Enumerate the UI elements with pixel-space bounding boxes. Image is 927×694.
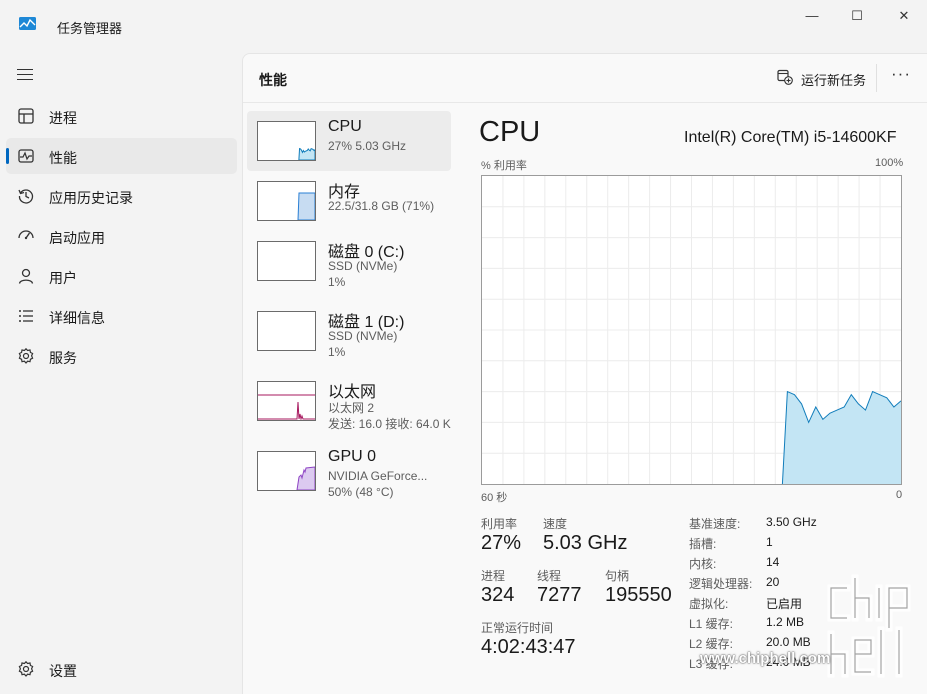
resource-item-cpu[interactable]: CPU 27% 5.03 GHz (247, 111, 451, 171)
uptime-value: 4:02:43:47 (481, 636, 576, 658)
nav-label: 启动应用 (49, 230, 105, 246)
maximize-button[interactable]: ☐ (842, 8, 872, 24)
nav-item-details[interactable]: 详细信息 (6, 298, 237, 334)
chiphell-watermark-logo (827, 574, 911, 678)
nav-item-app-history[interactable]: 应用历史记录 (6, 178, 237, 214)
cpu-model-name: Intel(R) Core(TM) i5-14600KF (684, 129, 897, 146)
task-manager-icon (19, 17, 36, 30)
cpu-usage-area (782, 391, 901, 484)
handles-label: 句柄 (605, 569, 630, 583)
detail-title: CPU (479, 116, 541, 148)
threads-value: 7277 (537, 584, 582, 606)
resource-detail: 1% (328, 345, 346, 359)
nav-item-performance[interactable]: 性能 (6, 138, 237, 174)
resource-detail: 50% (48 °C) (328, 485, 394, 499)
services-icon (18, 347, 34, 364)
spec-key: L1 缓存: (689, 617, 734, 631)
chart-y-max-label: 100% (875, 157, 904, 169)
processes-value: 324 (481, 584, 515, 606)
title-bar: 任务管理器 — ☐ ✕ (0, 0, 927, 52)
nav-label: 用户 (49, 270, 77, 286)
threads-label: 线程 (537, 569, 562, 583)
resource-item-disk-0[interactable]: 磁盘 0 (C:) SSD (NVMe) 1% (247, 231, 451, 291)
spec-key: 内核: (689, 557, 717, 571)
spec-key: 基准速度: (689, 517, 741, 531)
resource-detail: SSD (NVMe) (328, 259, 398, 273)
run-new-task-label: 运行新任务 (801, 73, 867, 88)
spec-value: 14 (766, 555, 780, 569)
cpu-utilization-chart (481, 175, 902, 485)
spec-value: 1 (766, 535, 773, 549)
nav-label: 应用历史记录 (49, 190, 133, 206)
spec-value: 已启用 (766, 597, 803, 611)
minimize-button[interactable]: — (797, 8, 827, 24)
uptime-label: 正常运行时间 (481, 621, 554, 635)
nav-item-users[interactable]: 用户 (6, 258, 237, 294)
spec-value: 3.50 GHz (766, 515, 817, 529)
header-separator (243, 102, 927, 103)
app-history-icon (18, 189, 34, 204)
nav-label: 进程 (49, 110, 77, 126)
spec-value: 1.2 MB (766, 615, 805, 629)
resource-detail: 以太网 2 (328, 401, 375, 415)
hamburger-menu-icon[interactable] (17, 69, 33, 81)
settings-icon (18, 660, 34, 677)
resource-detail: 22.5/31.8 GB (71%) (328, 199, 435, 213)
window-title: 任务管理器 (57, 21, 123, 36)
spec-value: 20.0 MB (766, 635, 811, 649)
resource-detail: NVIDIA GeForce... (328, 469, 428, 483)
chart-y-label: % 利用率 (481, 160, 527, 172)
resource-name: GPU 0 (328, 448, 377, 465)
spec-key: 逻辑处理器: (689, 577, 753, 591)
performance-icon (18, 149, 34, 163)
processes-icon (18, 108, 34, 124)
spec-key: 插槽: (689, 537, 717, 551)
details-icon (19, 310, 33, 322)
speed-value: 5.03 GHz (543, 532, 628, 554)
resource-item-memory[interactable]: 内存 22.5/31.8 GB (71%) (247, 171, 451, 231)
cpu-thumbnail-graph (257, 121, 316, 161)
spec-value: 20 (766, 575, 780, 589)
chart-x-min-label: 0 (896, 489, 903, 501)
resource-item-disk-1[interactable]: 磁盘 1 (D:) SSD (NVMe) 1% (247, 301, 451, 361)
chart-x-label: 60 秒 (481, 492, 508, 504)
nav-label: 性能 (49, 150, 77, 166)
disk-1-thumbnail-graph (257, 311, 316, 351)
resource-detail: 1% (328, 275, 346, 289)
resource-detail: SSD (NVMe) (328, 329, 398, 343)
utilization-value: 27% (481, 532, 522, 554)
nav-item-startup-apps[interactable]: 启动应用 (6, 218, 237, 254)
startup-apps-icon (18, 230, 34, 240)
disk-0-thumbnail-graph (257, 241, 316, 281)
active-indicator (6, 148, 9, 164)
nav-item-settings[interactable]: 设置 (6, 651, 237, 687)
utilization-label: 利用率 (481, 517, 518, 531)
resource-name: CPU (328, 118, 362, 135)
speed-label: 速度 (543, 517, 568, 531)
new-task-icon (777, 69, 793, 85)
close-button[interactable]: ✕ (889, 8, 919, 24)
memory-thumbnail-graph (257, 181, 316, 221)
handles-value: 195550 (605, 584, 672, 606)
spec-key: 虚拟化: (689, 597, 729, 611)
watermark-url: www.chiphell.com (700, 650, 831, 667)
page-title: 性能 (259, 72, 287, 88)
processes-label: 进程 (481, 569, 506, 583)
nav-item-processes[interactable]: 进程 (6, 98, 237, 134)
users-icon (18, 268, 34, 284)
resource-detail: 27% 5.03 GHz (328, 139, 407, 153)
ethernet-thumbnail-graph (257, 381, 316, 421)
resource-detail: 发送: 16.0 接收: 64.0 K (328, 417, 451, 431)
nav-label: 设置 (49, 663, 77, 679)
gpu-thumbnail-graph (257, 451, 316, 491)
nav-item-services[interactable]: 服务 (6, 338, 237, 374)
resource-item-gpu-0[interactable]: GPU 0 NVIDIA GeForce... 50% (48 °C) (247, 441, 451, 501)
resource-item-ethernet[interactable]: 以太网 以太网 2 发送: 16.0 接收: 64.0 K (247, 371, 451, 431)
nav-label: 服务 (49, 350, 77, 366)
more-options-button[interactable]: ··· (891, 64, 911, 84)
nav-label: 详细信息 (49, 310, 105, 326)
header-divider (876, 64, 877, 92)
